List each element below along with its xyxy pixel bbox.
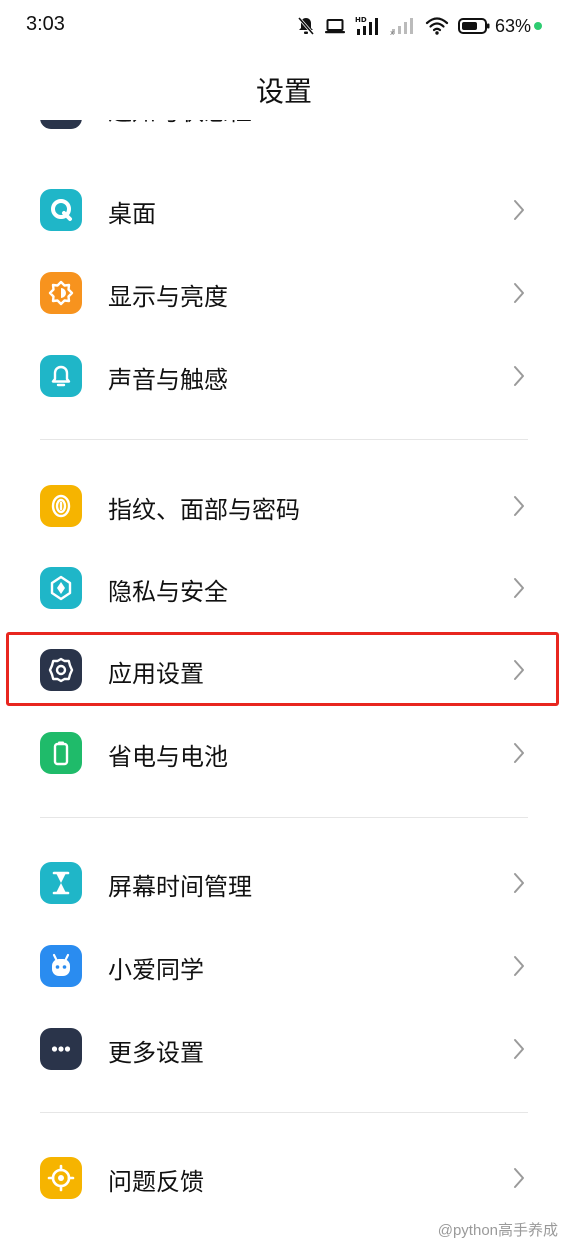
settings-item-label: 屏幕时间管理	[108, 873, 252, 901]
chevron-right-icon	[514, 1168, 524, 1188]
chevron-right-icon	[514, 1039, 524, 1059]
settings-item-xiaoai[interactable]: 小爱同学	[0, 925, 568, 1007]
section-divider	[40, 1112, 528, 1113]
settings-item-label: 声音与触感	[108, 366, 228, 394]
chevron-right-icon	[514, 873, 524, 893]
chevron-right-icon	[514, 283, 524, 303]
settings-item-more[interactable]: 更多设置	[0, 1008, 568, 1090]
settings-item-fingerprint[interactable]: 指纹、面部与密码	[0, 465, 568, 547]
settings-item-sound[interactable]: 声音与触感	[0, 335, 568, 417]
settings-item-label: 更多设置	[108, 1039, 204, 1067]
settings-item-privacy[interactable]: 隐私与安全	[0, 547, 568, 629]
assistant-icon	[40, 945, 82, 987]
bell-icon	[40, 355, 82, 397]
settings-item-label: 桌面	[108, 200, 156, 228]
settings-item-label: 显示与亮度	[108, 283, 228, 311]
more-icon	[40, 1028, 82, 1070]
privacy-icon	[40, 567, 82, 609]
settings-item-battery[interactable]: 省电与电池	[0, 712, 568, 794]
settings-item-label: 问题反馈	[108, 1168, 204, 1196]
settings-item-label: 指纹、面部与密码	[108, 496, 300, 524]
chevron-right-icon	[514, 660, 524, 680]
settings-item-label: 省电与电池	[108, 743, 228, 771]
hourglass-icon	[40, 862, 82, 904]
settings-item-screen-time[interactable]: 屏幕时间管理	[0, 842, 568, 924]
feedback-icon	[40, 1157, 82, 1199]
section-divider	[40, 817, 528, 818]
settings-item-label: 应用设置	[108, 660, 204, 688]
settings-item-app-settings[interactable]: 应用设置	[0, 629, 568, 711]
chevron-right-icon	[514, 200, 524, 220]
settings-item-label: 隐私与安全	[108, 578, 228, 606]
settings-item-desktop[interactable]: 桌面	[0, 169, 568, 251]
settings-list: 通知与状态栏 设置 桌面 显示与亮度 声音与触感 指纹、面部与密码 隐私与安全 …	[0, 0, 568, 1252]
settings-item-display[interactable]: 显示与亮度	[0, 252, 568, 334]
chevron-right-icon	[514, 956, 524, 976]
chevron-right-icon	[514, 496, 524, 516]
chevron-right-icon	[514, 743, 524, 763]
battery-saver-icon	[40, 732, 82, 774]
page-title-overlay: 设置	[255, 75, 312, 108]
fingerprint-icon	[40, 485, 82, 527]
app-settings-icon	[40, 649, 82, 691]
desktop-icon	[40, 189, 82, 231]
brightness-icon	[40, 272, 82, 314]
settings-item-feedback[interactable]: 问题反馈	[0, 1137, 568, 1219]
chevron-right-icon	[514, 578, 524, 598]
chevron-right-icon	[514, 366, 524, 386]
watermark: @python高手养成	[437, 1222, 558, 1239]
section-divider	[40, 439, 528, 440]
settings-item-label: 小爱同学	[108, 956, 204, 984]
